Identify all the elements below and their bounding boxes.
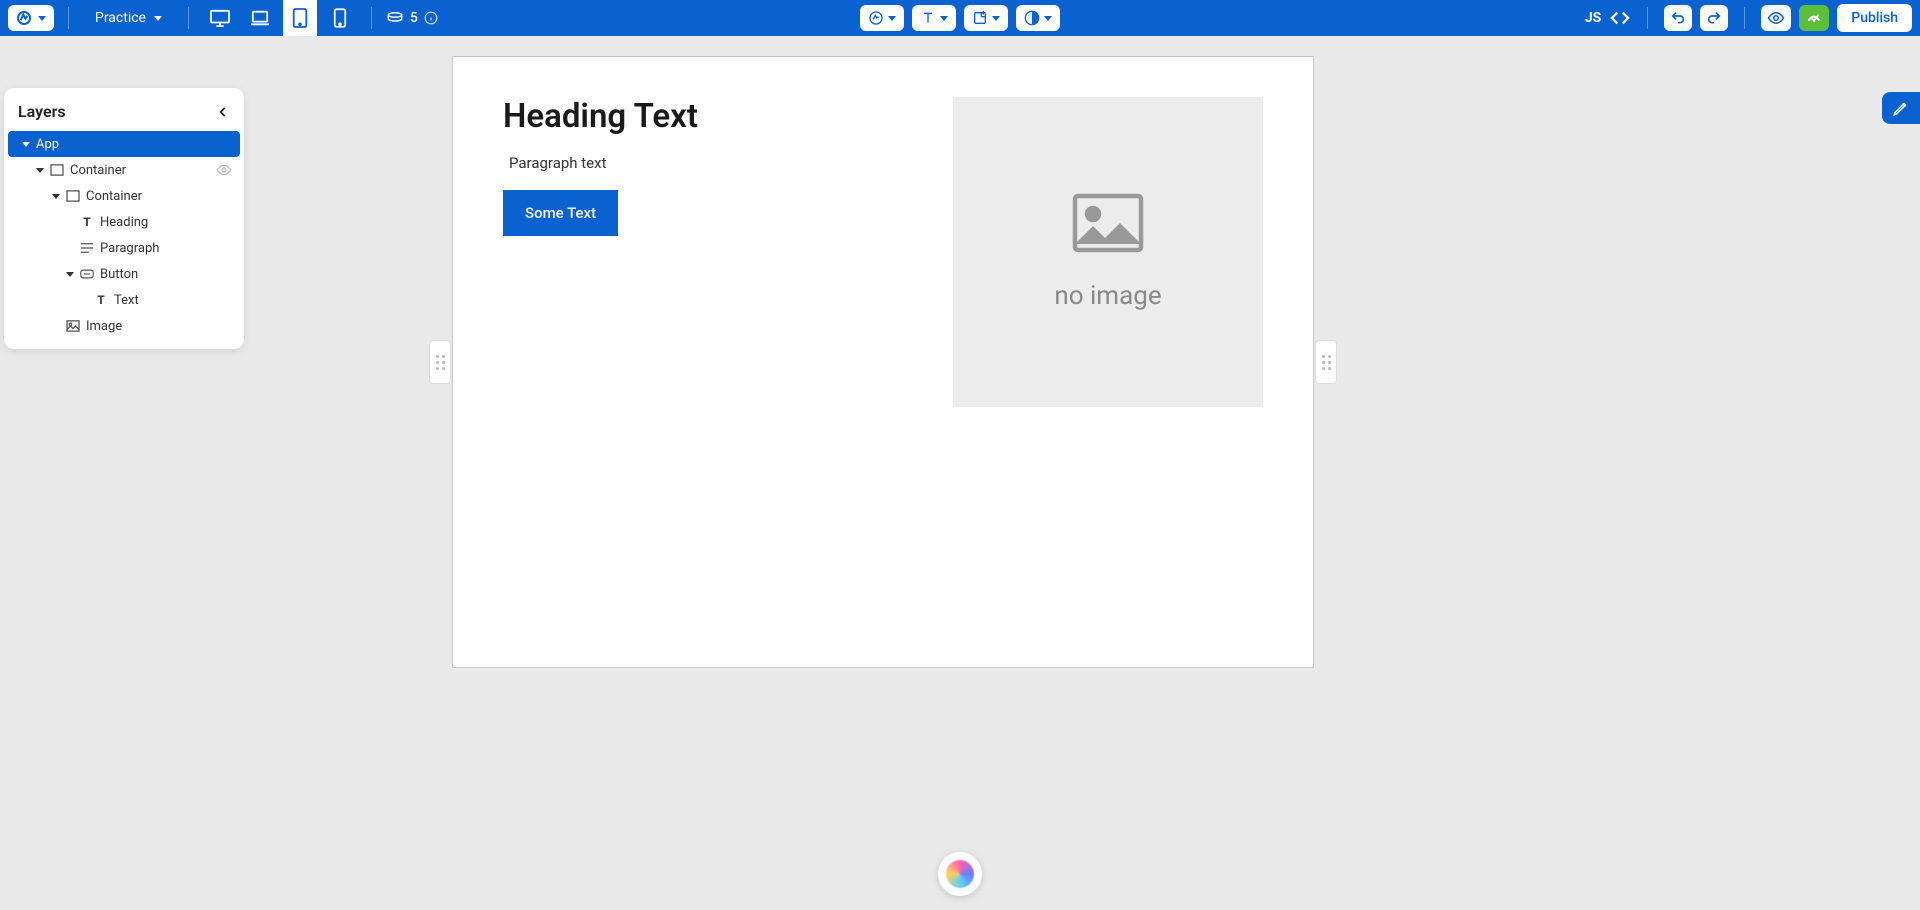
preview-button[interactable] (1761, 5, 1791, 31)
device-tablet-button[interactable] (283, 0, 317, 36)
button-icon (80, 267, 94, 281)
layer-app[interactable]: App (8, 131, 240, 157)
container-icon (66, 189, 80, 203)
layer-container-2[interactable]: Container (8, 183, 240, 209)
edit-panel-toggle[interactable] (1882, 92, 1920, 124)
image-icon (66, 319, 80, 333)
layers-panel-header: Layers (8, 98, 240, 131)
layer-label: Button (100, 267, 138, 282)
chevron-down-icon (66, 272, 74, 277)
info-icon[interactable] (424, 11, 438, 25)
resize-handle-right[interactable] (1315, 340, 1337, 384)
canvas-stage: Layers App Container Container (0, 36, 1920, 910)
typography-dropdown-button[interactable] (912, 5, 956, 31)
topbar-right: JS Publish (1585, 4, 1912, 32)
layer-text[interactable]: T Text (8, 287, 240, 313)
canvas-text-container[interactable]: Heading Text Paragraph text Some Text (503, 97, 913, 407)
layer-container-1[interactable]: Container (8, 157, 240, 183)
chevron-down-icon (888, 16, 896, 21)
text-icon: T (80, 215, 94, 229)
chevron-down-icon (154, 16, 162, 21)
logo-icon (16, 10, 32, 26)
device-desktop-button[interactable] (203, 3, 237, 33)
grip-icon (1322, 355, 1331, 370)
ai-orb-icon (946, 860, 974, 888)
device-mobile-button[interactable] (323, 3, 357, 33)
image-placeholder-label: no image (1054, 281, 1161, 311)
appearance-dropdown-button[interactable] (1016, 5, 1060, 31)
chevron-down-icon (52, 194, 60, 199)
topbar-center-tools (860, 5, 1060, 31)
canvas-button-text: Some Text (525, 204, 596, 222)
canvas-frame[interactable]: Heading Text Paragraph text Some Text no… (452, 56, 1314, 668)
publish-button[interactable]: Publish (1837, 4, 1912, 32)
undo-button[interactable] (1664, 5, 1692, 31)
layer-label: Heading (100, 215, 148, 230)
separator (188, 7, 189, 29)
coins-icon (386, 11, 404, 25)
canvas-image-placeholder[interactable]: no image (953, 97, 1263, 407)
layer-label: Container (86, 189, 142, 204)
separator (1647, 7, 1648, 29)
chevron-down-icon (1044, 16, 1052, 21)
ai-assistant-button[interactable] (938, 852, 982, 896)
topbar: Practice 5 (0, 0, 1920, 36)
logo-menu-button[interactable] (8, 5, 54, 31)
chevron-down-icon (38, 16, 46, 21)
layers-panel: Layers App Container Container (4, 88, 244, 349)
text-icon: T (94, 293, 108, 307)
layer-label: App (36, 137, 59, 152)
chevron-down-icon (36, 168, 44, 173)
image-placeholder-icon (1072, 193, 1144, 253)
visibility-icon[interactable] (216, 164, 232, 176)
paragraph-icon (80, 241, 94, 255)
canvas-root-container[interactable]: Heading Text Paragraph text Some Text no… (453, 57, 1313, 447)
separator (68, 7, 69, 29)
collapse-panel-button[interactable] (216, 105, 230, 119)
layers-panel-title: Layers (18, 102, 66, 121)
chevron-down-icon (940, 16, 948, 21)
project-dropdown[interactable]: Practice (83, 10, 174, 26)
separator (371, 7, 372, 29)
credits-indicator[interactable]: 5 (386, 10, 438, 26)
chevron-down-icon (992, 16, 1000, 21)
device-laptop-button[interactable] (243, 3, 277, 33)
publish-label: Publish (1851, 10, 1898, 26)
chevron-down-icon (22, 142, 30, 147)
save-button[interactable] (1799, 5, 1829, 31)
layer-label: Paragraph (100, 241, 159, 256)
code-button[interactable] (1609, 9, 1631, 27)
layer-label: Text (114, 293, 139, 308)
canvas-paragraph[interactable]: Paragraph text (503, 154, 913, 172)
separator (1744, 7, 1745, 29)
grip-icon (436, 355, 445, 370)
canvas-button[interactable]: Some Text (503, 190, 618, 236)
data-dropdown-button[interactable] (860, 5, 904, 31)
redo-button[interactable] (1700, 5, 1728, 31)
resize-handle-left[interactable] (429, 340, 451, 384)
project-name: Practice (95, 10, 146, 26)
layer-button[interactable]: Button (8, 261, 240, 287)
js-button[interactable]: JS (1585, 10, 1601, 26)
container-icon (50, 163, 64, 177)
credits-count: 5 (410, 10, 418, 26)
canvas-heading[interactable]: Heading Text (503, 97, 913, 136)
layout-dropdown-button[interactable] (964, 5, 1008, 31)
layer-image[interactable]: Image (8, 313, 240, 339)
layer-heading[interactable]: T Heading (8, 209, 240, 235)
layer-paragraph[interactable]: Paragraph (8, 235, 240, 261)
layer-label: Container (70, 163, 126, 178)
layer-label: Image (86, 319, 122, 334)
